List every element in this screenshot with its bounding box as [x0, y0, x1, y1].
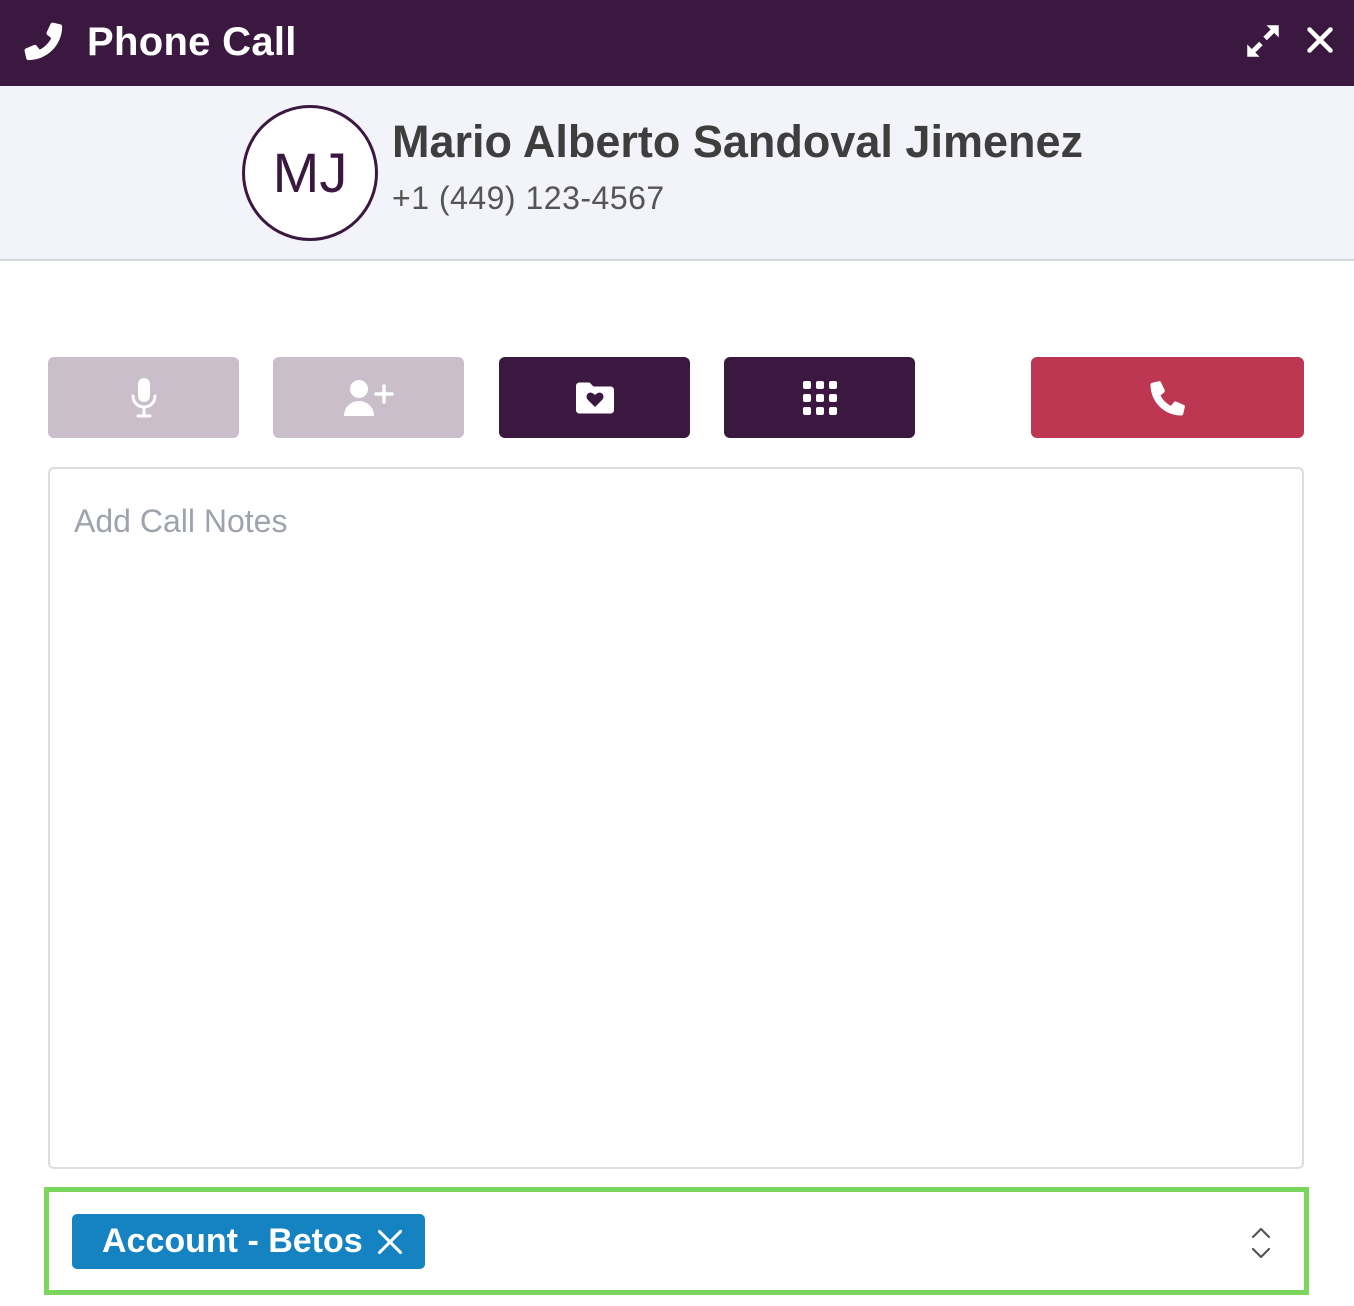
contact-name: Mario Alberto Sandoval Jimenez: [392, 116, 1083, 167]
call-notes-box: [48, 467, 1304, 1169]
contact-phone-number: +1 (449) 123-4567: [392, 180, 665, 216]
expand-icon[interactable]: [1242, 20, 1284, 62]
hang-up-button[interactable]: [1031, 357, 1304, 438]
related-tag-label: Account - Betos: [102, 1222, 363, 1260]
chevron-up-down-icon[interactable]: [1249, 1224, 1273, 1262]
avatar: MJ: [242, 105, 378, 241]
dialpad-icon: [802, 380, 837, 415]
phone-icon: [24, 22, 63, 61]
add-user-icon: [343, 379, 394, 416]
keypad-button[interactable]: [724, 357, 915, 438]
related-records-select[interactable]: Account - Betos: [44, 1187, 1309, 1295]
mute-button[interactable]: [48, 357, 239, 438]
add-participant-button[interactable]: [273, 357, 464, 438]
call-notes-input[interactable]: [50, 469, 1302, 1167]
title-bar: Phone Call: [0, 0, 1354, 86]
window-title: Phone Call: [87, 20, 297, 64]
folder-heart-icon: [575, 382, 614, 413]
phone-icon: [1150, 380, 1185, 415]
related-tag: Account - Betos: [72, 1214, 425, 1269]
microphone-icon: [131, 377, 156, 417]
close-icon[interactable]: [1302, 22, 1338, 58]
remove-tag-icon[interactable]: [376, 1228, 404, 1256]
save-to-folder-button[interactable]: [499, 357, 690, 438]
